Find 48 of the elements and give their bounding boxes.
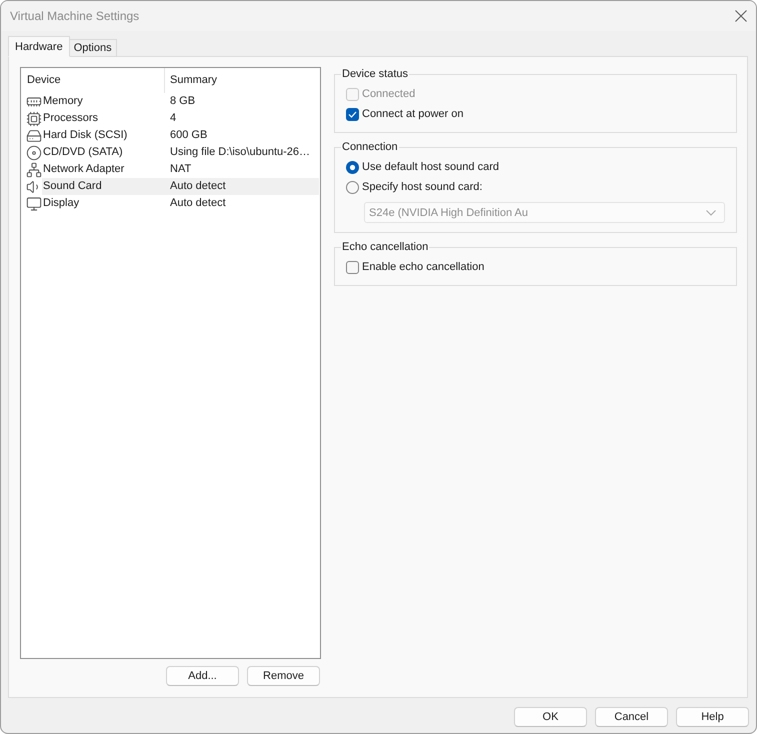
- disc-icon: [26, 144, 42, 160]
- radio-button[interactable]: [346, 160, 359, 174]
- radio-label[interactable]: Use default host sound card: [362, 161, 499, 173]
- device-name: Hard Disk (SCSI): [42, 128, 128, 143]
- device-row[interactable]: Memory 8 GB: [42, 93, 319, 110]
- device-name: Sound Card: [42, 179, 103, 194]
- close-icon[interactable]: [735, 10, 747, 22]
- device-row[interactable]: Processors 4: [42, 110, 319, 127]
- group-title: Device status: [341, 67, 410, 81]
- radio-button[interactable]: [346, 180, 359, 194]
- checkbox-label[interactable]: Enable echo cancellation: [362, 261, 484, 273]
- device-row[interactable]: Sound Card Auto detect: [42, 178, 319, 195]
- device-row[interactable]: Display Auto detect: [42, 195, 319, 212]
- dialog-button[interactable]: OK: [514, 707, 587, 727]
- checkbox-label[interactable]: Connect at power on: [362, 108, 464, 120]
- checkbox[interactable]: [346, 260, 359, 274]
- device-summary: Auto detect: [170, 196, 227, 211]
- device-name: Processors: [42, 111, 100, 126]
- device-summary: 600 GB: [170, 128, 208, 143]
- group-title: Echo cancellation: [341, 240, 430, 254]
- device-summary: Using file D:\iso\ubuntu-26…: [170, 145, 312, 160]
- device-summary: NAT: [170, 162, 192, 177]
- tab[interactable]: Hardware: [8, 36, 70, 57]
- network-icon: [26, 162, 42, 178]
- device-row[interactable]: Hard Disk (SCSI) 600 GB: [42, 127, 319, 144]
- device-row[interactable]: Network Adapter NAT: [42, 161, 319, 178]
- dialog-button[interactable]: Cancel: [595, 707, 668, 727]
- group-title: Connection: [341, 140, 399, 154]
- processor-icon: [26, 110, 42, 126]
- dialog-button[interactable]: Help: [676, 707, 749, 727]
- device-row[interactable]: CD/DVD (SATA) Using file D:\iso\ubuntu-26…: [42, 144, 319, 161]
- device-name: Display: [42, 196, 80, 211]
- monitor-icon: [26, 196, 42, 212]
- device-name: CD/DVD (SATA): [42, 145, 124, 160]
- window-title: Virtual Machine Settings: [10, 9, 140, 23]
- device-summary: Auto detect: [170, 179, 227, 194]
- list-button[interactable]: Add...: [166, 666, 239, 686]
- column-header[interactable]: Device: [21, 68, 165, 93]
- device-summary: 4: [170, 111, 178, 126]
- radio-label[interactable]: Specify host sound card:: [362, 181, 482, 193]
- device-name: Memory: [42, 94, 84, 109]
- chevron-down-icon: [706, 210, 716, 216]
- checkbox[interactable]: [346, 108, 359, 120]
- tab[interactable]: Options: [70, 39, 117, 57]
- list-button[interactable]: Remove: [247, 666, 320, 686]
- device-summary: 8 GB: [170, 94, 196, 109]
- device-name: Network Adapter: [42, 162, 126, 177]
- column-header[interactable]: Summary: [165, 68, 320, 93]
